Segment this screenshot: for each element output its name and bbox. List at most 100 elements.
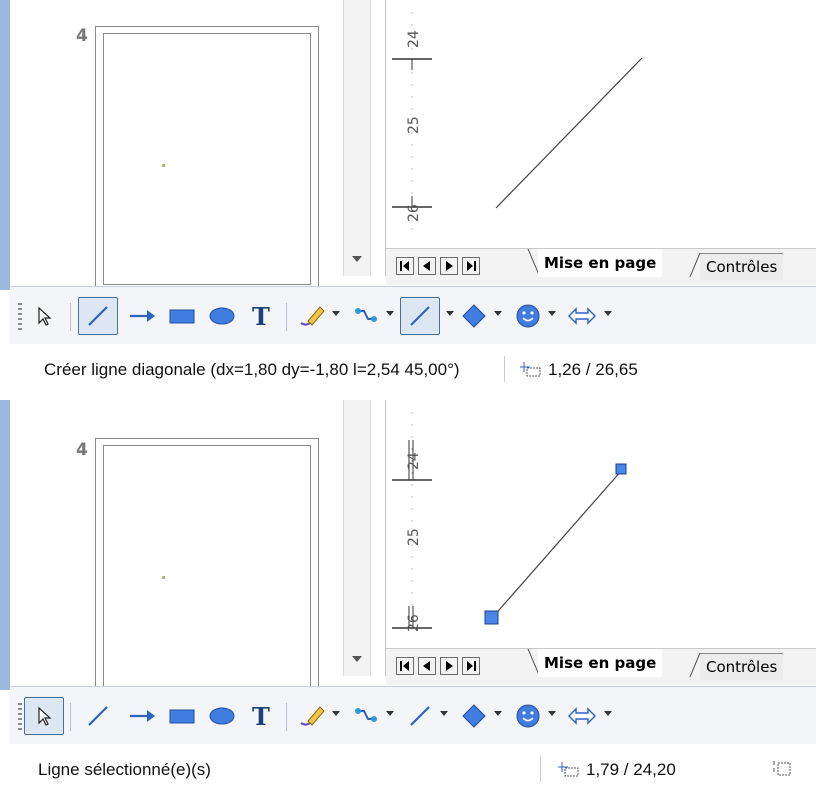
select-button[interactable] [24,697,64,735]
status-message: Créer ligne diagonale (dx=1,80 dy=-1,80 … [44,360,460,379]
pane-splitter[interactable] [371,400,386,676]
status-separator [540,756,541,782]
freehand-button[interactable] [292,697,332,735]
basic-shapes-button[interactable] [454,697,494,735]
previous-tab-button[interactable] [418,257,436,275]
block-arrows-icon [568,307,596,325]
size-icon [773,761,791,776]
rectangle-icon [169,309,195,324]
pane-splitter[interactable] [371,0,386,276]
slide-thumbnail[interactable] [95,438,319,700]
tab-mise-en-page[interactable]: Mise en page [538,249,663,277]
freehand-dropdown-icon[interactable] [332,311,340,316]
shapes-dropdown-icon[interactable] [494,311,502,316]
toolbar-separator [286,303,287,331]
line-button[interactable] [78,697,118,735]
connector-dropdown-icon[interactable] [386,311,394,316]
line-icon [88,306,108,326]
line-button[interactable] [78,297,118,335]
status-separator [504,356,505,382]
rectangle-button[interactable] [162,297,202,335]
connector-button[interactable] [346,297,386,335]
lines-arrows-button[interactable] [400,297,440,335]
connector-icon [355,708,377,722]
toolbar-grip[interactable] [18,703,22,731]
slide-number: 4 [76,440,88,460]
window-left-edge [0,0,10,290]
block-arrows-dropdown-icon[interactable] [604,711,612,716]
status-bar: Créer ligne diagonale (dx=1,80 dy=-1,80 … [10,344,816,400]
text-icon: T [252,703,270,729]
tab-controles[interactable]: Contrôles [700,653,784,680]
thumbnail-scrollbar[interactable] [343,0,371,276]
next-icon [446,661,453,671]
selection-handle-start[interactable] [484,610,499,625]
block-arrows-dropdown-icon[interactable] [604,311,612,316]
ellipse-button[interactable] [202,697,242,735]
diagonal-line-shape[interactable] [495,57,643,209]
freehand-pencil-icon [300,306,325,326]
svg-text:T: T [252,703,270,729]
slide-thumbnail-pane: 4 [10,400,344,700]
basic-shapes-button[interactable] [454,297,494,335]
position-value: 1,26 / 26,65 [548,360,638,379]
symbols-dropdown-icon[interactable] [548,711,556,716]
scroll-down-arrow-icon[interactable] [352,656,362,662]
layer-tab-bar: Mise en page Contrôles [386,648,816,685]
arrow-line-button[interactable] [122,297,162,335]
ruler-label-24: 24 [406,452,422,470]
next-tab-button[interactable] [440,657,458,675]
text-button[interactable]: T [242,297,282,335]
tab-controles[interactable]: Contrôles [700,253,784,280]
ellipse-icon [209,707,235,725]
previous-icon [423,261,430,271]
slide-thumbnail-pane: 4 [10,0,344,288]
block-arrows-button[interactable] [562,697,602,735]
vertical-ruler: 24 25 26 [386,0,440,248]
diagonal-line-shape[interactable] [491,469,623,619]
slide-content-dot [162,164,165,167]
ellipse-button[interactable] [202,297,242,335]
arrow-line-button[interactable] [122,697,162,735]
lines-dropdown-icon[interactable] [440,711,448,716]
rectangle-icon [169,709,195,724]
connector-icon [355,308,377,322]
shapes-dropdown-icon[interactable] [494,711,502,716]
ruler-label-26: 26 [406,204,422,222]
lines-arrows-button[interactable] [400,697,440,735]
freehand-dropdown-icon[interactable] [332,711,340,716]
drawing-canvas[interactable] [440,400,816,648]
position-icon [520,362,541,377]
last-tab-button[interactable] [462,257,480,275]
select-button[interactable] [24,297,64,335]
toolbar-grip[interactable] [18,303,22,331]
ruler-label-25: 25 [406,116,422,134]
first-icon [400,261,409,271]
next-tab-button[interactable] [440,257,458,275]
tab-mise-en-page[interactable]: Mise en page [538,649,663,677]
symbols-dropdown-icon[interactable] [548,311,556,316]
layer-tab-bar: Mise en page Contrôles [386,248,816,285]
line-icon [88,706,108,726]
first-tab-button[interactable] [396,257,414,275]
basic-shapes-icon [462,304,486,328]
symbol-shapes-button[interactable] [508,297,548,335]
block-arrows-button[interactable] [562,297,602,335]
scroll-down-arrow-icon[interactable] [352,256,362,262]
slide-thumbnail[interactable] [95,26,319,288]
bottom-screenshot-panel: 4 24 25 26 Mise en page Contrôles T Lign… [0,400,816,800]
text-button[interactable]: T [242,697,282,735]
arrow-line-icon [130,310,155,322]
thumbnail-scrollbar[interactable] [343,400,371,676]
lines-dropdown-icon[interactable] [446,311,454,316]
last-tab-button[interactable] [462,657,480,675]
first-tab-button[interactable] [396,657,414,675]
connector-button[interactable] [346,697,386,735]
rectangle-button[interactable] [162,697,202,735]
previous-tab-button[interactable] [418,657,436,675]
selection-handle-end[interactable] [615,463,627,475]
connector-dropdown-icon[interactable] [386,711,394,716]
drawing-canvas[interactable] [440,0,816,248]
symbol-shapes-button[interactable] [508,697,548,735]
freehand-button[interactable] [292,297,332,335]
